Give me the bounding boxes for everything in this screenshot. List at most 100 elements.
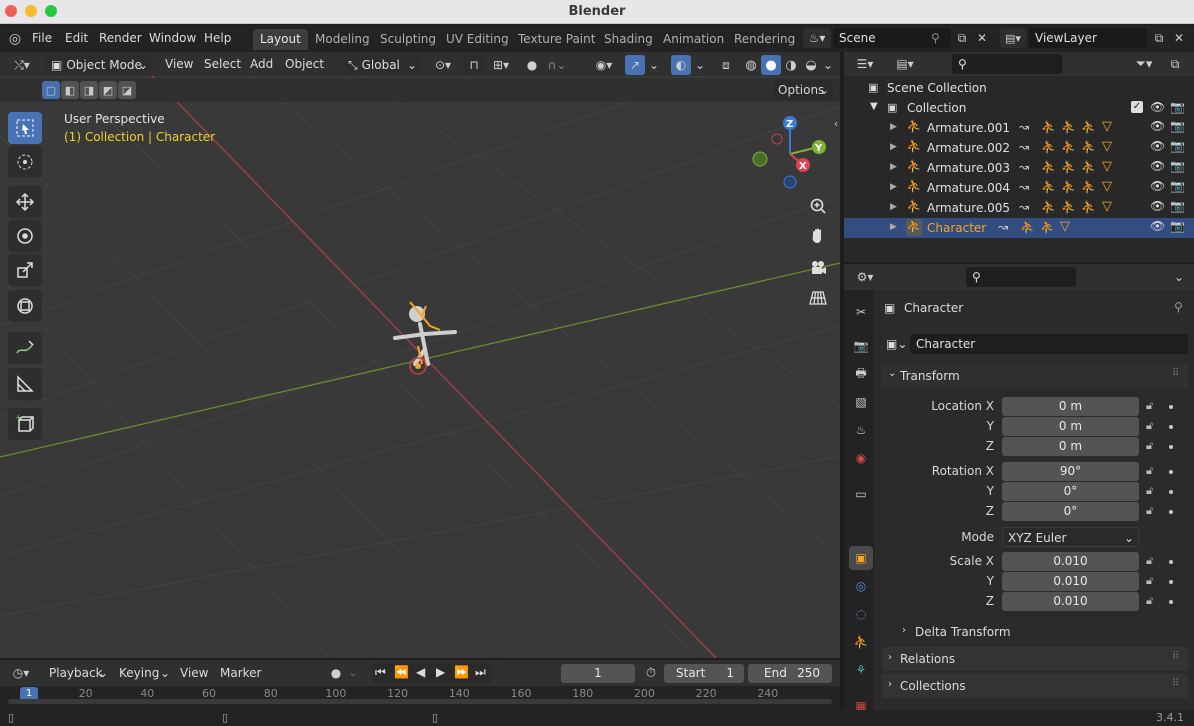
world-tab-icon[interactable]: ◉ [849,446,873,470]
rotation-x-field[interactable]: 90° [1002,462,1139,481]
render-camera-icon[interactable]: 📷 [1170,199,1185,213]
select-mode-extend-icon[interactable]: ◧ [61,81,79,99]
end-frame-field[interactable]: End 250 [748,664,832,683]
character-object[interactable] [380,294,470,384]
outliner-row-armature-005[interactable]: ▶ ⛹ Armature.005 ↝ ⛹ ⛹ ⛹ ▽ 👁 📷 [844,198,1194,218]
visibility-eye-icon[interactable]: 👁 [1150,119,1165,133]
transform-orientation-dropdown[interactable]: ⤡ Global ⌄ [343,55,421,75]
outliner-row-armature-001[interactable]: ▶ ⛹ Armature.001 ↝ ⛹ ⛹ ⛹ ▽ 👁 📷 [844,118,1194,138]
constraints-tab-icon[interactable]: ⛹ [849,630,873,654]
playback-menu[interactable]: Playback ⌄ [44,663,110,683]
add-cube-tool-icon[interactable]: + [8,408,42,440]
rendered-shading-icon[interactable]: ◒ [801,55,821,75]
armature-data-icon[interactable]: ⛹ [1081,120,1096,134]
outliner-editor-type-icon[interactable]: ☰▾ [850,54,880,74]
bone-constraint-icon[interactable]: ⛹ [1041,160,1056,174]
render-camera-icon[interactable]: 📷 [1170,219,1185,233]
bone-constraint-icon[interactable]: ⛹ [1041,180,1056,194]
material-shading-icon[interactable]: ◑ [781,55,801,75]
armature-data-icon[interactable]: ⛹ [1081,180,1096,194]
armature-data-icon[interactable]: ⛹ [1081,140,1096,154]
timeline-menu-view[interactable]: View [180,666,208,680]
object-tab-icon[interactable]: ▣ [849,546,873,570]
gizmo-neg-y-axis[interactable] [752,151,768,167]
keyframe-dot-icon[interactable] [1169,510,1173,514]
output-tab-icon[interactable]: 🖶 [849,362,873,386]
proportional-edit-icon[interactable]: ● [522,55,542,75]
tab-layout[interactable]: Layout [253,29,308,50]
drag-handle-icon[interactable]: ⠿ [1172,368,1179,379]
bone-data-icon[interactable]: ⛹ [1061,160,1076,174]
jump-start-icon[interactable]: ⏮ [375,665,386,680]
viewport-menu-object[interactable]: Object [285,57,324,71]
menu-help[interactable]: Help [204,31,231,45]
mesh-data-icon[interactable]: ▽ [1060,219,1070,234]
expand-arrow-icon[interactable]: ▶ [890,122,897,132]
timeline-editor-type-icon[interactable]: ◷▾ [6,663,36,683]
scale-x-field[interactable]: 0.010 [1002,552,1139,571]
keyframe-dot-icon[interactable] [1169,470,1173,474]
pin-icon[interactable]: ⚲ [931,28,940,48]
current-frame-field[interactable]: 1 [561,664,635,683]
mesh-data-icon[interactable]: ▽ [1102,199,1112,214]
wireframe-shading-icon[interactable]: ◍ [741,55,761,75]
menu-file[interactable]: File [32,31,52,45]
chevron-down-icon[interactable]: ⌄ [1170,267,1188,287]
lock-icon[interactable]: 🔓︎ [1146,439,1160,453]
drag-handle-icon[interactable]: ⠿ [1172,651,1179,662]
sidebar-toggle-icon[interactable]: ‹ [832,118,840,130]
transform-panel-header[interactable]: ⌄ Transform ⠿ [882,364,1188,388]
stopwatch-icon[interactable]: ⏱ [642,663,660,683]
view-layer-field[interactable]: ViewLayer [1029,28,1147,48]
select-mode-subtract-icon[interactable]: ◨ [80,81,98,99]
filter-icon[interactable]: ⏷▾ [1130,54,1158,74]
transform-tool-icon[interactable] [8,290,42,322]
rotation-z-field[interactable]: 0° [1002,502,1139,521]
play-reverse-icon[interactable]: ◀ [416,665,425,679]
armature-data-icon[interactable]: ⛹ [1081,200,1096,214]
new-collection-icon[interactable]: ⧉ [1164,54,1186,74]
collapse-arrow-icon[interactable]: ▼ [870,101,878,112]
snap-target-icon[interactable]: ⊞▾ [486,55,516,75]
navigation-gizmo[interactable]: Z Y X [748,114,838,194]
expand-arrow-icon[interactable]: ▶ [890,222,897,232]
overlays-toggle-icon[interactable]: ◐ [671,55,691,75]
timeline-ruler[interactable]: 1 20 40 60 80 100 120 140 160 180 200 220 240 [0,686,840,710]
mesh-data-icon[interactable]: ▽ [1102,119,1112,134]
drag-handle-icon[interactable]: ⠿ [1172,678,1179,689]
keyframe-dot-icon[interactable] [1169,445,1173,449]
new-scene-icon[interactable]: ⧉ [953,28,971,48]
location-x-field[interactable]: 0 m [1002,397,1139,416]
viewport-menu-add[interactable]: Add [250,57,273,71]
prev-keyframe-icon[interactable]: ⏪ [394,665,409,679]
bone-data-icon[interactable]: ⛹ [1061,200,1076,214]
chevron-down-icon[interactable]: ⌄ [693,55,707,75]
solid-shading-icon[interactable]: ● [761,55,781,75]
chevron-down-icon[interactable]: ⌄ [346,663,360,683]
location-z-field[interactable]: 0 m [1002,437,1139,456]
bone-constraint-icon[interactable]: ⛹ [1020,220,1035,234]
lock-icon[interactable]: 🔓︎ [1146,484,1160,498]
keying-menu[interactable]: Keying ⌄ [114,663,172,683]
object-browse-icon[interactable]: ▣⌄ [882,334,910,354]
viewport-menu-view[interactable]: View [165,57,193,71]
collection-tab-icon[interactable]: ▭ [849,482,873,506]
outliner-row-armature-003[interactable]: ▶ ⛹ Armature.003 ↝ ⛹ ⛹ ⛹ ▽ 👁 📷 [844,158,1194,178]
scene-name-field[interactable]: Scene ⚲ [833,28,951,48]
visibility-eye-icon[interactable]: 👁 [1150,100,1165,114]
location-y-field[interactable]: 0 m [1002,417,1139,436]
expand-arrow-icon[interactable]: ▶ [890,162,897,172]
tab-shading[interactable]: Shading [597,29,660,50]
keyframe-dot-icon[interactable] [1169,405,1173,409]
exclude-checkbox[interactable]: ✓ [1131,101,1143,113]
gizmo-neg-z-axis[interactable] [783,175,797,189]
properties-search-input[interactable]: ⚲ [966,267,1076,287]
visibility-eye-icon[interactable]: 👁 [1150,199,1165,213]
render-tab-icon[interactable]: 📷 [849,334,873,358]
tab-uv-editing[interactable]: UV Editing [439,29,516,50]
visibility-eye-icon[interactable]: 👁 [1150,139,1165,153]
tab-animation[interactable]: Animation [656,29,731,50]
rotation-y-field[interactable]: 0° [1002,482,1139,501]
render-camera-icon[interactable]: 📷 [1170,119,1185,133]
editor-type-icon[interactable]: ⤭▾ [6,55,38,75]
